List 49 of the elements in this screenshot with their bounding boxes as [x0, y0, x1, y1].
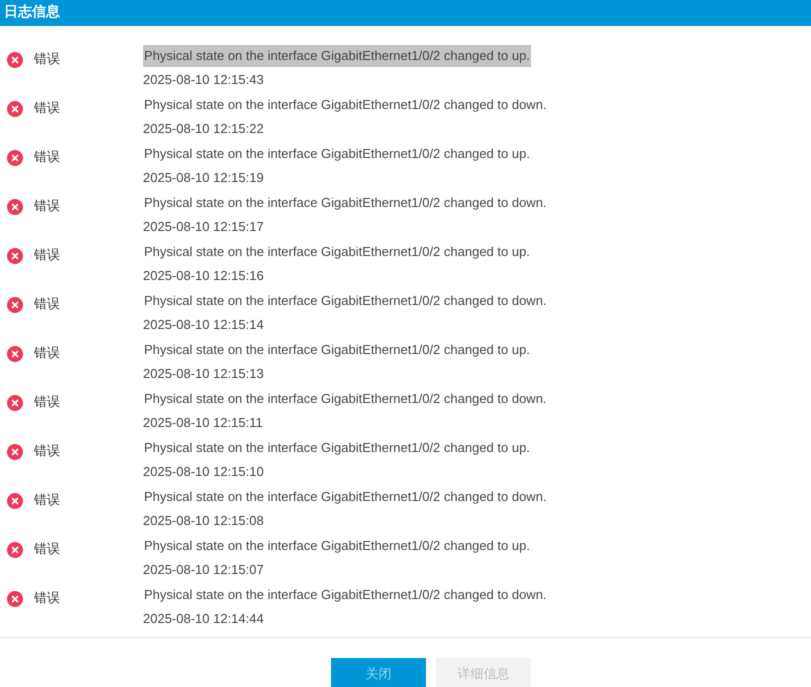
- log-level: 错误: [34, 394, 61, 411]
- log-message[interactable]: Physical state on the interface GigabitEthernet1/0/2 changed to down.: [143, 94, 548, 116]
- log-level: 错误: [34, 51, 61, 68]
- log-time: 2025-08-10 12:15:10: [143, 464, 265, 480]
- log-time: 2025-08-10 12:15:22: [143, 121, 265, 137]
- error-icon: [7, 150, 23, 166]
- log-message[interactable]: Physical state on the interface GigabitEthernet1/0/2 changed to up.: [143, 143, 531, 165]
- error-icon: [7, 199, 23, 215]
- log-message[interactable]: Physical state on the interface GigabitEthernet1/0/2 changed to down.: [143, 584, 548, 606]
- error-icon: [7, 493, 23, 509]
- log-level: 错误: [34, 541, 61, 558]
- error-icon: [7, 395, 23, 411]
- error-icon: [7, 346, 23, 362]
- log-message[interactable]: Physical state on the interface GigabitEthernet1/0/2 changed to down.: [143, 192, 548, 214]
- error-icon: [7, 248, 23, 264]
- log-time: 2025-08-10 12:15:43: [143, 72, 265, 88]
- error-icon: [7, 542, 23, 558]
- log-time: 2025-08-10 12:15:13: [143, 366, 265, 382]
- log-level: 错误: [34, 100, 61, 117]
- log-time: 2025-08-10 12:15:11: [143, 415, 264, 431]
- log-time: 2025-08-10 12:15:16: [143, 268, 265, 284]
- error-icon: [7, 297, 23, 313]
- log-level: 错误: [34, 198, 61, 215]
- log-level: 错误: [34, 345, 61, 362]
- log-level: 错误: [34, 590, 61, 607]
- log-time: 2025-08-10 12:15:14: [143, 317, 265, 333]
- log-level: 错误: [34, 443, 61, 460]
- log-message[interactable]: Physical state on the interface GigabitEthernet1/0/2 changed to up.: [143, 535, 531, 557]
- error-icon: [7, 52, 23, 68]
- log-message[interactable]: Physical state on the interface GigabitEthernet1/0/2 changed to down.: [143, 290, 548, 312]
- log-message[interactable]: Physical state on the interface GigabitEthernet1/0/2 changed to up.: [143, 241, 531, 263]
- log-time: 2025-08-10 12:15:17: [143, 219, 265, 235]
- log-time: 2025-08-10 12:14:44: [143, 611, 265, 627]
- log-level: 错误: [34, 296, 61, 313]
- log-message[interactable]: Physical state on the interface GigabitEthernet1/0/2 changed to down.: [143, 486, 548, 508]
- log-message[interactable]: Physical state on the interface GigabitEthernet1/0/2 changed to up.: [143, 45, 531, 67]
- error-icon: [7, 591, 23, 607]
- error-icon: [7, 444, 23, 460]
- log-time: 2025-08-10 12:15:19: [143, 170, 265, 186]
- log-level: 错误: [34, 492, 61, 509]
- log-message[interactable]: Physical state on the interface GigabitEthernet1/0/2 changed to up.: [143, 339, 531, 361]
- error-icon: [7, 101, 23, 117]
- log-message[interactable]: Physical state on the interface GigabitEthernet1/0/2 changed to up.: [143, 437, 531, 459]
- window-title: 日志信息: [4, 4, 60, 20]
- log-time: 2025-08-10 12:15:08: [143, 513, 265, 529]
- log-message[interactable]: Physical state on the interface GigabitEthernet1/0/2 changed to down.: [143, 388, 548, 410]
- log-time: 2025-08-10 12:15:07: [143, 562, 265, 578]
- log-level: 错误: [34, 247, 61, 264]
- log-level: 错误: [34, 149, 61, 166]
